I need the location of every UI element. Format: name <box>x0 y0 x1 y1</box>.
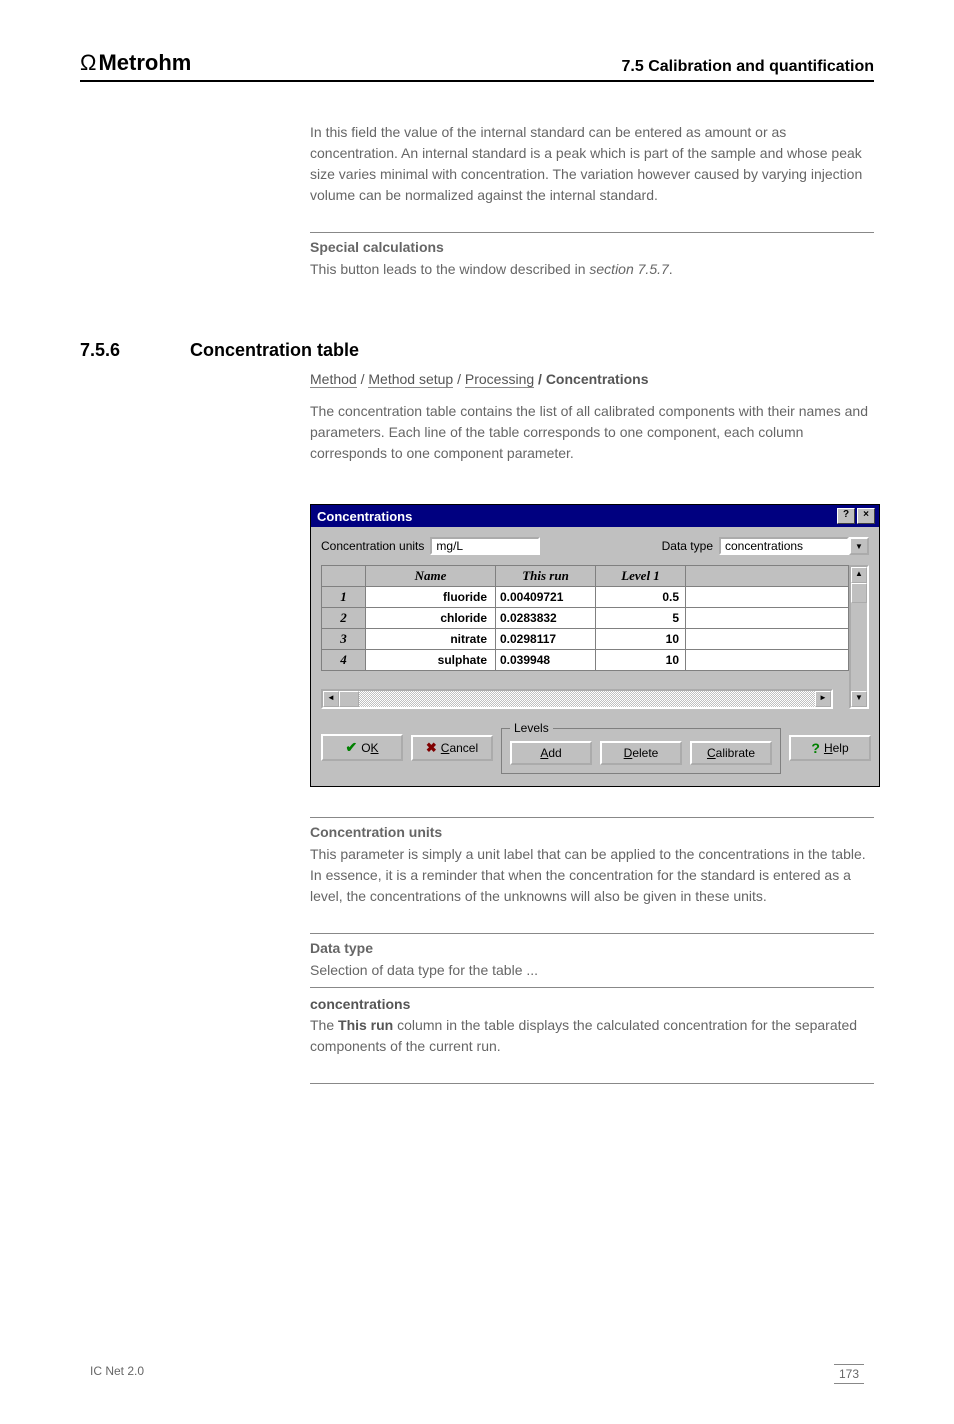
horizontal-scrollbar[interactable]: ◄ ► <box>321 689 833 709</box>
conc-units-label: Concentration units <box>321 539 424 553</box>
scroll-left-icon[interactable]: ◄ <box>323 691 339 707</box>
add-button[interactable]: Add <box>510 741 592 765</box>
titlebar-help-button[interactable]: ? <box>837 508 855 524</box>
intro-paragraph-1: In this field the value of the internal … <box>310 122 874 206</box>
section-reference: 7.5 Calibration and quantification <box>622 58 874 76</box>
posttext-p1: This parameter is simply a unit label th… <box>310 844 874 907</box>
help-button[interactable]: ? Help <box>789 735 871 761</box>
titlebar-close-button[interactable]: × <box>857 508 875 524</box>
subhead-special-calc: Special calculations <box>310 239 874 255</box>
scroll-down-icon[interactable]: ▼ <box>851 691 867 707</box>
concentrations-dialog: Concentrations ? × Concentration units m… <box>310 504 880 787</box>
subhead-data-type: Data type <box>310 940 874 956</box>
ok-button[interactable]: ✔ OK <box>321 734 403 761</box>
section-heading: 7.5.6Concentration table <box>80 340 874 361</box>
delete-button[interactable]: Delete <box>600 741 682 765</box>
scroll-right-icon[interactable]: ► <box>815 691 831 707</box>
x-icon: ✖ <box>426 740 437 756</box>
scroll-up-icon[interactable]: ▲ <box>851 567 867 583</box>
chevron-down-icon[interactable]: ▼ <box>849 537 869 555</box>
conc-units-input[interactable]: mg/L <box>430 537 540 555</box>
table-row[interactable]: 4 sulphate 0.039948 10 <box>322 650 849 671</box>
col-name: Name <box>366 566 496 587</box>
table-row[interactable]: 2 chloride 0.0283832 5 <box>322 608 849 629</box>
concentration-table[interactable]: Name This run Level 1 1 fluoride 0.00409… <box>321 565 849 671</box>
posttext-p2: Selection of data type for the table ... <box>310 960 874 981</box>
menu-path: Method / Method setup / Processing / Con… <box>310 371 874 387</box>
vertical-scrollbar[interactable]: ▲ ▼ <box>849 565 869 709</box>
posttext-p3: The This run column in the table display… <box>310 1015 874 1057</box>
check-icon: ✔ <box>345 739 357 756</box>
col-thisrun: This run <box>496 566 596 587</box>
table-row[interactable]: 1 fluoride 0.00409721 0.5 <box>322 587 849 608</box>
footer-product: IC Net 2.0 <box>90 1364 144 1384</box>
data-type-label: Data type <box>662 539 713 553</box>
dialog-title: Concentrations <box>317 509 835 524</box>
col-level1: Level 1 <box>596 566 686 587</box>
page-number: 173 <box>834 1364 864 1384</box>
cancel-button[interactable]: ✖ Cancel <box>411 735 493 761</box>
omega-icon: Ω <box>80 50 96 76</box>
section-intro-text: The concentration table contains the lis… <box>310 401 874 464</box>
intro-paragraph-2: This button leads to the window describe… <box>310 259 874 280</box>
table-row[interactable]: 3 nitrate 0.0298117 10 <box>322 629 849 650</box>
brand-logo: ΩMetrohm <box>80 50 191 76</box>
calibrate-button[interactable]: Calibrate <box>690 741 772 765</box>
question-icon: ? <box>811 740 820 756</box>
option-concentrations: concentrations <box>310 994 874 1015</box>
levels-legend: Levels <box>510 721 553 735</box>
data-type-select[interactable]: concentrations ▼ <box>719 537 869 555</box>
subhead-conc-units: Concentration units <box>310 824 874 840</box>
